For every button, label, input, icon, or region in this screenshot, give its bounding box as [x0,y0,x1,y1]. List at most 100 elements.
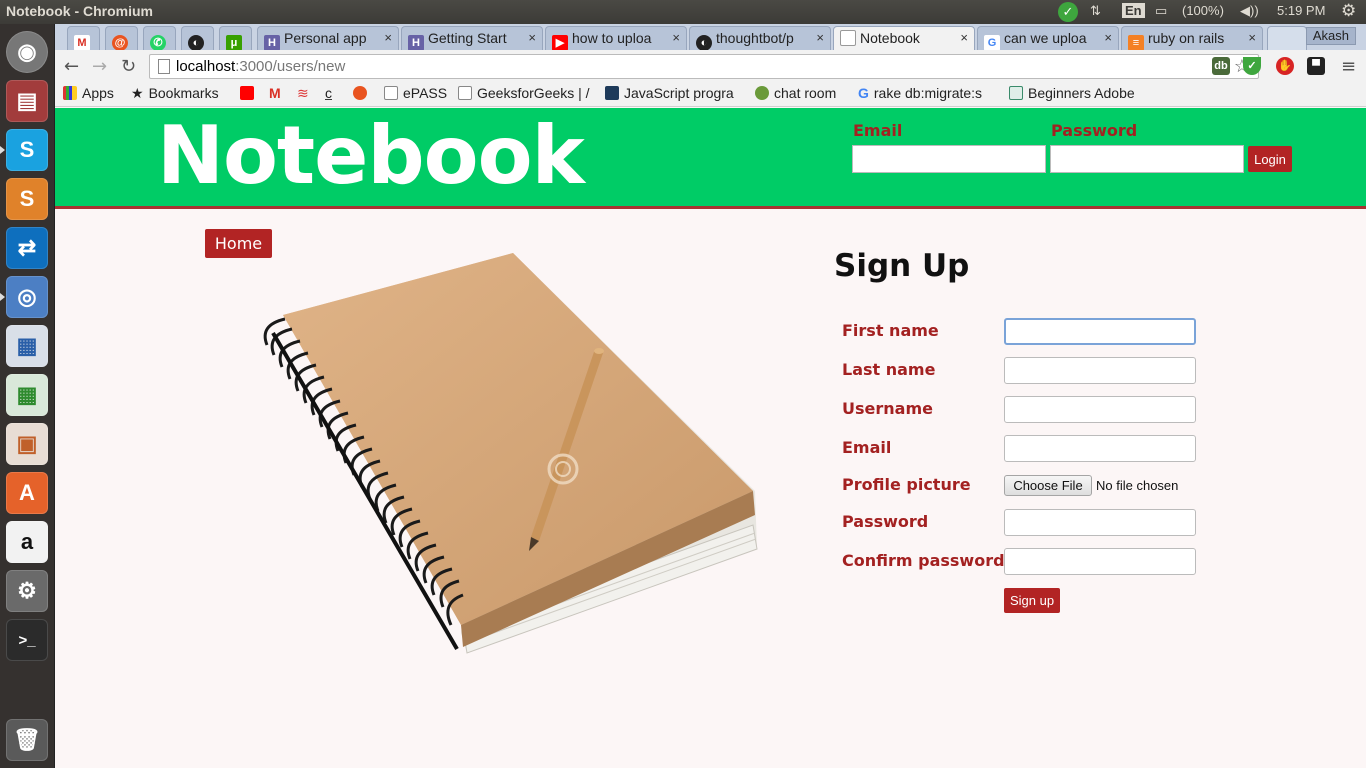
battery-percent: (100%) [1182,3,1224,18]
tab-github[interactable]: ◐ [181,26,214,50]
first-name-input[interactable] [1004,318,1196,345]
choose-file-button[interactable]: Choose File [1004,475,1092,496]
browser-toolbar: ← → ↻ localhost:3000/users/new ☆ db ✓ ✋ … [55,50,1366,83]
bookmark-c[interactable]: c̲ [325,85,332,101]
close-icon[interactable]: × [672,30,680,45]
tab-whatsapp[interactable]: ✆ [143,26,176,50]
bookmark-bookmarks[interactable]: ★ Bookmarks [131,85,219,102]
username-input[interactable] [1004,396,1196,423]
ubuntu-one-icon: @ [112,35,128,50]
close-icon[interactable]: × [960,30,968,45]
libreoffice-writer-icon[interactable]: ▦ [6,325,48,367]
page-icon [840,30,856,46]
terminal-icon[interactable]: >_ [6,619,48,661]
libreoffice-impress-icon[interactable]: ▣ [6,423,48,465]
bookmark-airtel[interactable]: ≋ [297,85,309,102]
unity-launcher: ◉ ▤ S S ⇄ ◎ ▦ ▦ ▣ A a ⚙ >_ 🗑 [0,24,55,768]
menu-icon[interactable]: ≡ [1341,56,1356,77]
clock[interactable]: 5:19 PM [1277,3,1325,18]
new-tab-button[interactable] [1267,26,1307,50]
bookmark-epass[interactable]: ePASS [384,85,447,101]
site-header: Notebook Email Password Login [55,108,1366,209]
last-name-input[interactable] [1004,357,1196,384]
teamviewer-icon[interactable]: ⇄ [6,227,48,269]
tab-ubuntu-one[interactable]: @ [105,26,138,50]
db-extension-icon[interactable]: db [1212,57,1230,75]
confirm-password-label: Confirm password [842,551,1005,570]
skype-icon[interactable]: S [6,129,48,171]
reload-icon[interactable]: ↻ [121,56,136,77]
back-arrow-icon[interactable]: ← [64,56,79,77]
tab-label: Personal app [284,30,367,46]
system-settings-icon[interactable]: ⚙ [6,570,48,612]
login-button[interactable]: Login [1248,146,1292,172]
keyboard-layout-indicator[interactable]: En [1122,3,1145,18]
tab-getting-started[interactable]: H Getting Start × [401,26,543,50]
tab-notebook[interactable]: Notebook × [833,26,975,50]
sublime-text-icon[interactable]: S [6,178,48,220]
battery-icon[interactable]: ▭ [1155,3,1167,19]
tab-ruby-on-rails[interactable]: ≡ ruby on rails × [1121,26,1263,50]
bookmark-beginners-adobe[interactable]: Beginners Adobe [1009,85,1149,101]
signup-button[interactable]: Sign up [1004,588,1060,613]
heroku-icon: H [264,35,280,50]
confirm-password-input[interactable] [1004,548,1196,575]
tab-label: ruby on rails [1148,30,1225,46]
bookmark-ubuntu-one[interactable] [353,85,372,101]
bookmark-gmail[interactable]: M [269,85,281,101]
software-center-icon[interactable]: A [6,472,48,514]
dash-home-icon[interactable]: ◉ [6,31,48,73]
close-icon[interactable]: × [1104,30,1112,45]
tab-gmail[interactable]: M [67,26,100,50]
adblock-extension-icon[interactable]: ✋ [1276,57,1294,75]
tab-label: can we uploa [1004,30,1087,46]
login-email-input[interactable] [852,145,1046,173]
gmail-icon: M [269,85,281,101]
amazon-icon[interactable]: a [6,521,48,563]
gmail-icon: M [74,35,90,50]
bookmark-chat-room[interactable]: chat room [755,85,836,101]
update-check-icon[interactable]: ✓ [1058,2,1078,22]
site-logo[interactable]: Notebook [157,109,585,202]
profile-badge[interactable]: Akash [1305,27,1356,45]
bookmark-youtube[interactable] [240,85,259,101]
url-path: :3000/users/new [235,58,346,75]
bookmark-rake-db-migrate[interactable]: Grake db:migrate:s [858,85,998,101]
close-icon[interactable]: × [1248,30,1256,45]
files-icon[interactable]: ▤ [6,80,48,122]
os-top-bar: Notebook - Chromium ✓ ⇅ En ▭ (100%) ◀)) … [0,0,1366,24]
tab-strip: M @ ✆ ◐ μ H Personal app × H Getting Start ×… [55,24,1366,50]
close-icon[interactable]: × [384,30,392,45]
tab-personal-app[interactable]: H Personal app × [257,26,399,50]
tab-upwork[interactable]: μ [219,26,252,50]
tab-can-we-upload[interactable]: Gcan we uploa × [977,26,1119,50]
doc-icon [1009,86,1023,100]
chromium-icon[interactable]: ◎ [6,276,48,318]
close-icon[interactable]: × [528,30,536,45]
address-bar[interactable]: localhost:3000/users/new ☆ [149,54,1259,79]
password-input[interactable] [1004,509,1196,536]
google-icon: G [858,85,869,101]
shield-extension-icon[interactable]: ✓ [1243,57,1261,75]
spy-extension-icon[interactable]: ▀ [1307,57,1325,75]
username-label: Username [842,399,933,418]
file-status: No file chosen [1096,478,1179,493]
bookmark-geeksforgeeks[interactable]: GeeksforGeeks | / [458,85,596,101]
tab-thoughtbot[interactable]: ◐ thoughtbot/p × [689,26,831,50]
system-gear-icon[interactable]: ⚙ [1341,1,1356,21]
trash-icon[interactable]: 🗑 [6,719,48,761]
tab-label: Notebook [860,30,920,46]
login-password-input[interactable] [1050,145,1244,173]
bookmark-javascript[interactable]: JavaScript progra [605,85,743,101]
libreoffice-calc-icon[interactable]: ▦ [6,374,48,416]
email-input[interactable] [1004,435,1196,462]
forward-arrow-icon[interactable]: → [92,56,107,77]
heroku-icon: H [408,35,424,50]
last-name-label: Last name [842,360,936,379]
bookmark-apps[interactable]: Apps [63,85,114,101]
youtube-icon [240,86,254,100]
volume-icon[interactable]: ◀)) [1240,3,1259,19]
close-icon[interactable]: × [816,30,824,45]
tab-how-to-upload[interactable]: ▶ how to uploa × [545,26,687,50]
network-icon[interactable]: ⇅ [1090,3,1101,19]
